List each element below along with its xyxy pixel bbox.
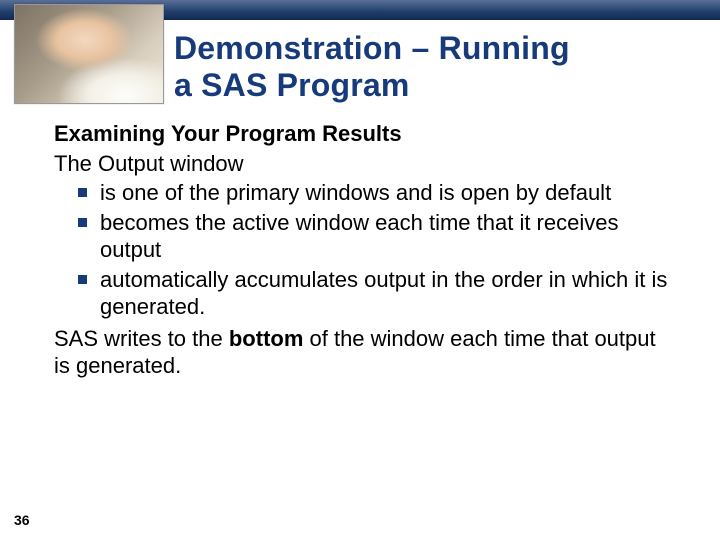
bullet-text: is one of the primary windows and is ope… bbox=[100, 180, 611, 205]
body-subhead: Examining Your Program Results bbox=[54, 120, 676, 148]
closing-pre: SAS writes to the bbox=[54, 326, 229, 351]
list-item: automatically accumulates output in the … bbox=[54, 266, 676, 321]
page-number: 36 bbox=[14, 512, 30, 528]
closing-text: SAS writes to the bottom of the window e… bbox=[54, 325, 676, 380]
title-line-1: Demonstration – Running bbox=[174, 30, 570, 66]
list-item: is one of the primary windows and is ope… bbox=[54, 179, 676, 207]
bullet-list: is one of the primary windows and is ope… bbox=[54, 179, 676, 321]
slide: Demonstration – Running a SAS Program Ex… bbox=[0, 0, 720, 540]
body-lead: The Output window bbox=[54, 150, 676, 178]
list-item: becomes the active window each time that… bbox=[54, 209, 676, 264]
bullet-text: automatically accumulates output in the … bbox=[100, 267, 667, 320]
slide-body: Examining Your Program Results The Outpu… bbox=[0, 104, 720, 380]
header-image bbox=[14, 4, 164, 104]
closing-bold: bottom bbox=[229, 326, 304, 351]
bullet-text: becomes the active window each time that… bbox=[100, 210, 618, 263]
slide-header: Demonstration – Running a SAS Program bbox=[0, 20, 720, 104]
title-line-2: a SAS Program bbox=[174, 67, 410, 103]
slide-title: Demonstration – Running a SAS Program bbox=[174, 20, 570, 104]
